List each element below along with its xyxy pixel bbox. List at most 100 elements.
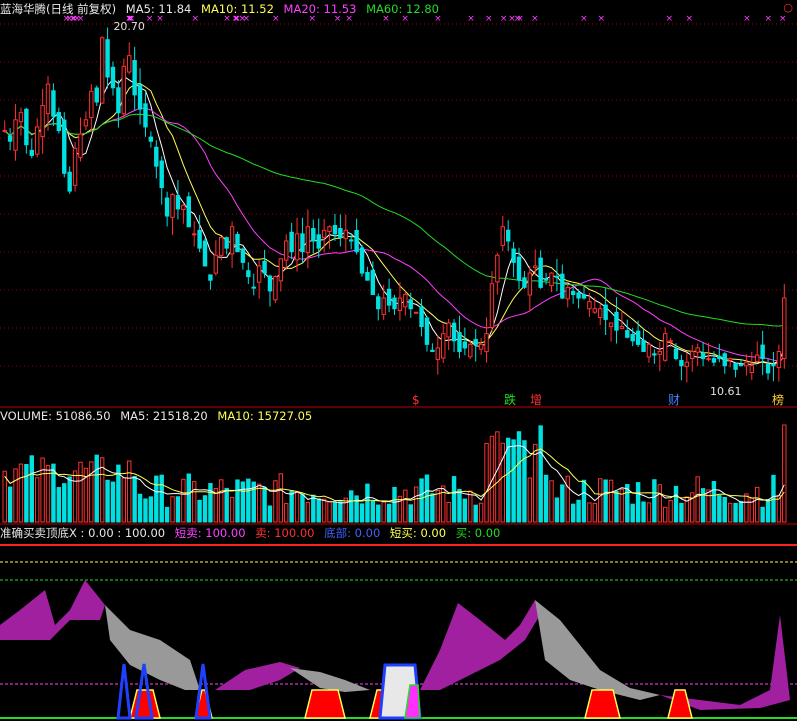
- candle-up: [646, 343, 652, 358]
- volume-bar-down: [738, 500, 744, 523]
- candle-down: [267, 275, 273, 292]
- volume-bar-down: [717, 495, 722, 523]
- stock-title: 蓝海华腾(日线 前复权): [0, 2, 117, 16]
- candle-up: [78, 133, 83, 158]
- volume-bar-up: [13, 468, 18, 523]
- candle-down: [148, 136, 154, 142]
- volume-bar-up: [646, 502, 652, 523]
- candle-up: [441, 333, 446, 359]
- candle-down: [511, 248, 516, 263]
- volume-bar-down: [771, 474, 776, 523]
- volume-bar-up: [181, 478, 186, 523]
- candle-down: [338, 228, 343, 238]
- volume-bar-down: [673, 485, 679, 523]
- candle-up: [213, 254, 219, 274]
- candle-down: [543, 278, 549, 281]
- volume-bar-up: [592, 502, 598, 523]
- candle-down: [56, 112, 62, 131]
- signal-x-mark: ×: [467, 14, 475, 24]
- ma10-readout: MA10: 11.52: [201, 2, 274, 16]
- candle-down: [289, 231, 294, 253]
- volume-bar-up: [89, 461, 94, 523]
- candle-up: [706, 358, 711, 361]
- volume-bar-down: [143, 498, 148, 523]
- volume-bar-up: [284, 503, 289, 523]
- candle-down: [29, 149, 34, 156]
- candle-down: [625, 330, 630, 338]
- volume-bar-down: [581, 479, 587, 523]
- candle-up: [327, 226, 332, 233]
- candle-down: [262, 260, 267, 274]
- signal-x-mark: ×: [686, 14, 694, 24]
- volume-bar-down: [614, 490, 619, 523]
- candle-down: [332, 225, 338, 235]
- candle-down: [516, 256, 522, 281]
- candle-down: [311, 228, 316, 242]
- candle-up: [533, 265, 538, 269]
- signal-x-mark: ×: [485, 14, 493, 24]
- volume-bar-down: [24, 464, 29, 523]
- volume-bar-up: [305, 501, 311, 523]
- volume-bar-down: [224, 487, 229, 523]
- sell-signal-block: [584, 689, 621, 719]
- volume-bar-up: [191, 481, 197, 523]
- candle-down: [235, 234, 240, 253]
- volume-bar-up: [533, 443, 538, 523]
- candle-down: [251, 286, 256, 289]
- indicator-panel: [0, 544, 797, 720]
- volume-bar-down: [110, 481, 116, 523]
- candle-up: [34, 126, 40, 155]
- volume-header: VOLUME: 51086.50 MA5: 21518.20 MA10: 157…: [0, 409, 318, 423]
- candle-up: [381, 297, 386, 315]
- candle-down: [208, 274, 213, 281]
- volume-bar-up: [549, 480, 554, 523]
- candle-down: [630, 333, 635, 342]
- candle-down: [62, 119, 67, 174]
- candle-down: [430, 349, 435, 352]
- candle-down: [202, 240, 208, 267]
- volume-bar-down: [543, 474, 549, 523]
- volume-bar-down: [186, 473, 191, 523]
- candle-up: [749, 365, 755, 374]
- candle-up: [403, 293, 408, 308]
- event-marker: 跌: [504, 392, 516, 407]
- indicator-band-gray: [105, 605, 200, 690]
- volume-bar-up: [170, 496, 175, 523]
- volume-bar-up: [343, 497, 348, 523]
- settings-circle-icon[interactable]: ○: [783, 1, 793, 14]
- ma10-line: [4, 82, 785, 365]
- volume-bar-down: [289, 491, 294, 523]
- volume-bar-down: [262, 486, 267, 523]
- candle-up: [776, 350, 782, 369]
- candlesticks[interactable]: 20.7010.61$ 跌增财榜×× ×× ××× ××× ×××× ×× ××× ×× ×× × ×…: [2, 14, 787, 407]
- volume-bar-down: [641, 501, 646, 523]
- stock-chart[interactable]: 20.7010.61$ 跌增财榜×× ×× ××× ××× ×××× ×× ××× ×× ×× × ×…: [0, 0, 797, 721]
- volume-bars: [2, 424, 787, 523]
- volume-bar-down: [419, 478, 424, 523]
- candle-up: [13, 119, 18, 151]
- volume-bar-up: [256, 483, 262, 523]
- volume-bar-up: [327, 501, 332, 523]
- volume-bar-down: [311, 494, 316, 523]
- volume-bar-up: [34, 477, 40, 523]
- candle-down: [370, 269, 376, 295]
- candle-down: [722, 353, 727, 367]
- ma5-readout: MA5: 11.84: [125, 2, 192, 16]
- candle-up: [608, 322, 614, 328]
- volume-bar-down: [94, 454, 99, 523]
- volume-bar-up: [782, 424, 787, 523]
- volume-bar-down: [457, 488, 462, 523]
- candle-up: [549, 272, 554, 287]
- candle-down: [522, 277, 527, 288]
- volume-bar-up: [2, 470, 7, 523]
- candle-down: [711, 358, 717, 363]
- candle-down: [570, 290, 576, 295]
- candle-down: [538, 257, 543, 288]
- volume-bar-down: [473, 504, 478, 523]
- indicator-band-gray: [535, 600, 660, 700]
- volume-bar-up: [657, 484, 662, 523]
- candle-down: [641, 339, 646, 352]
- candle-down: [316, 234, 321, 249]
- candle-up: [484, 333, 489, 353]
- candle-down: [365, 271, 370, 281]
